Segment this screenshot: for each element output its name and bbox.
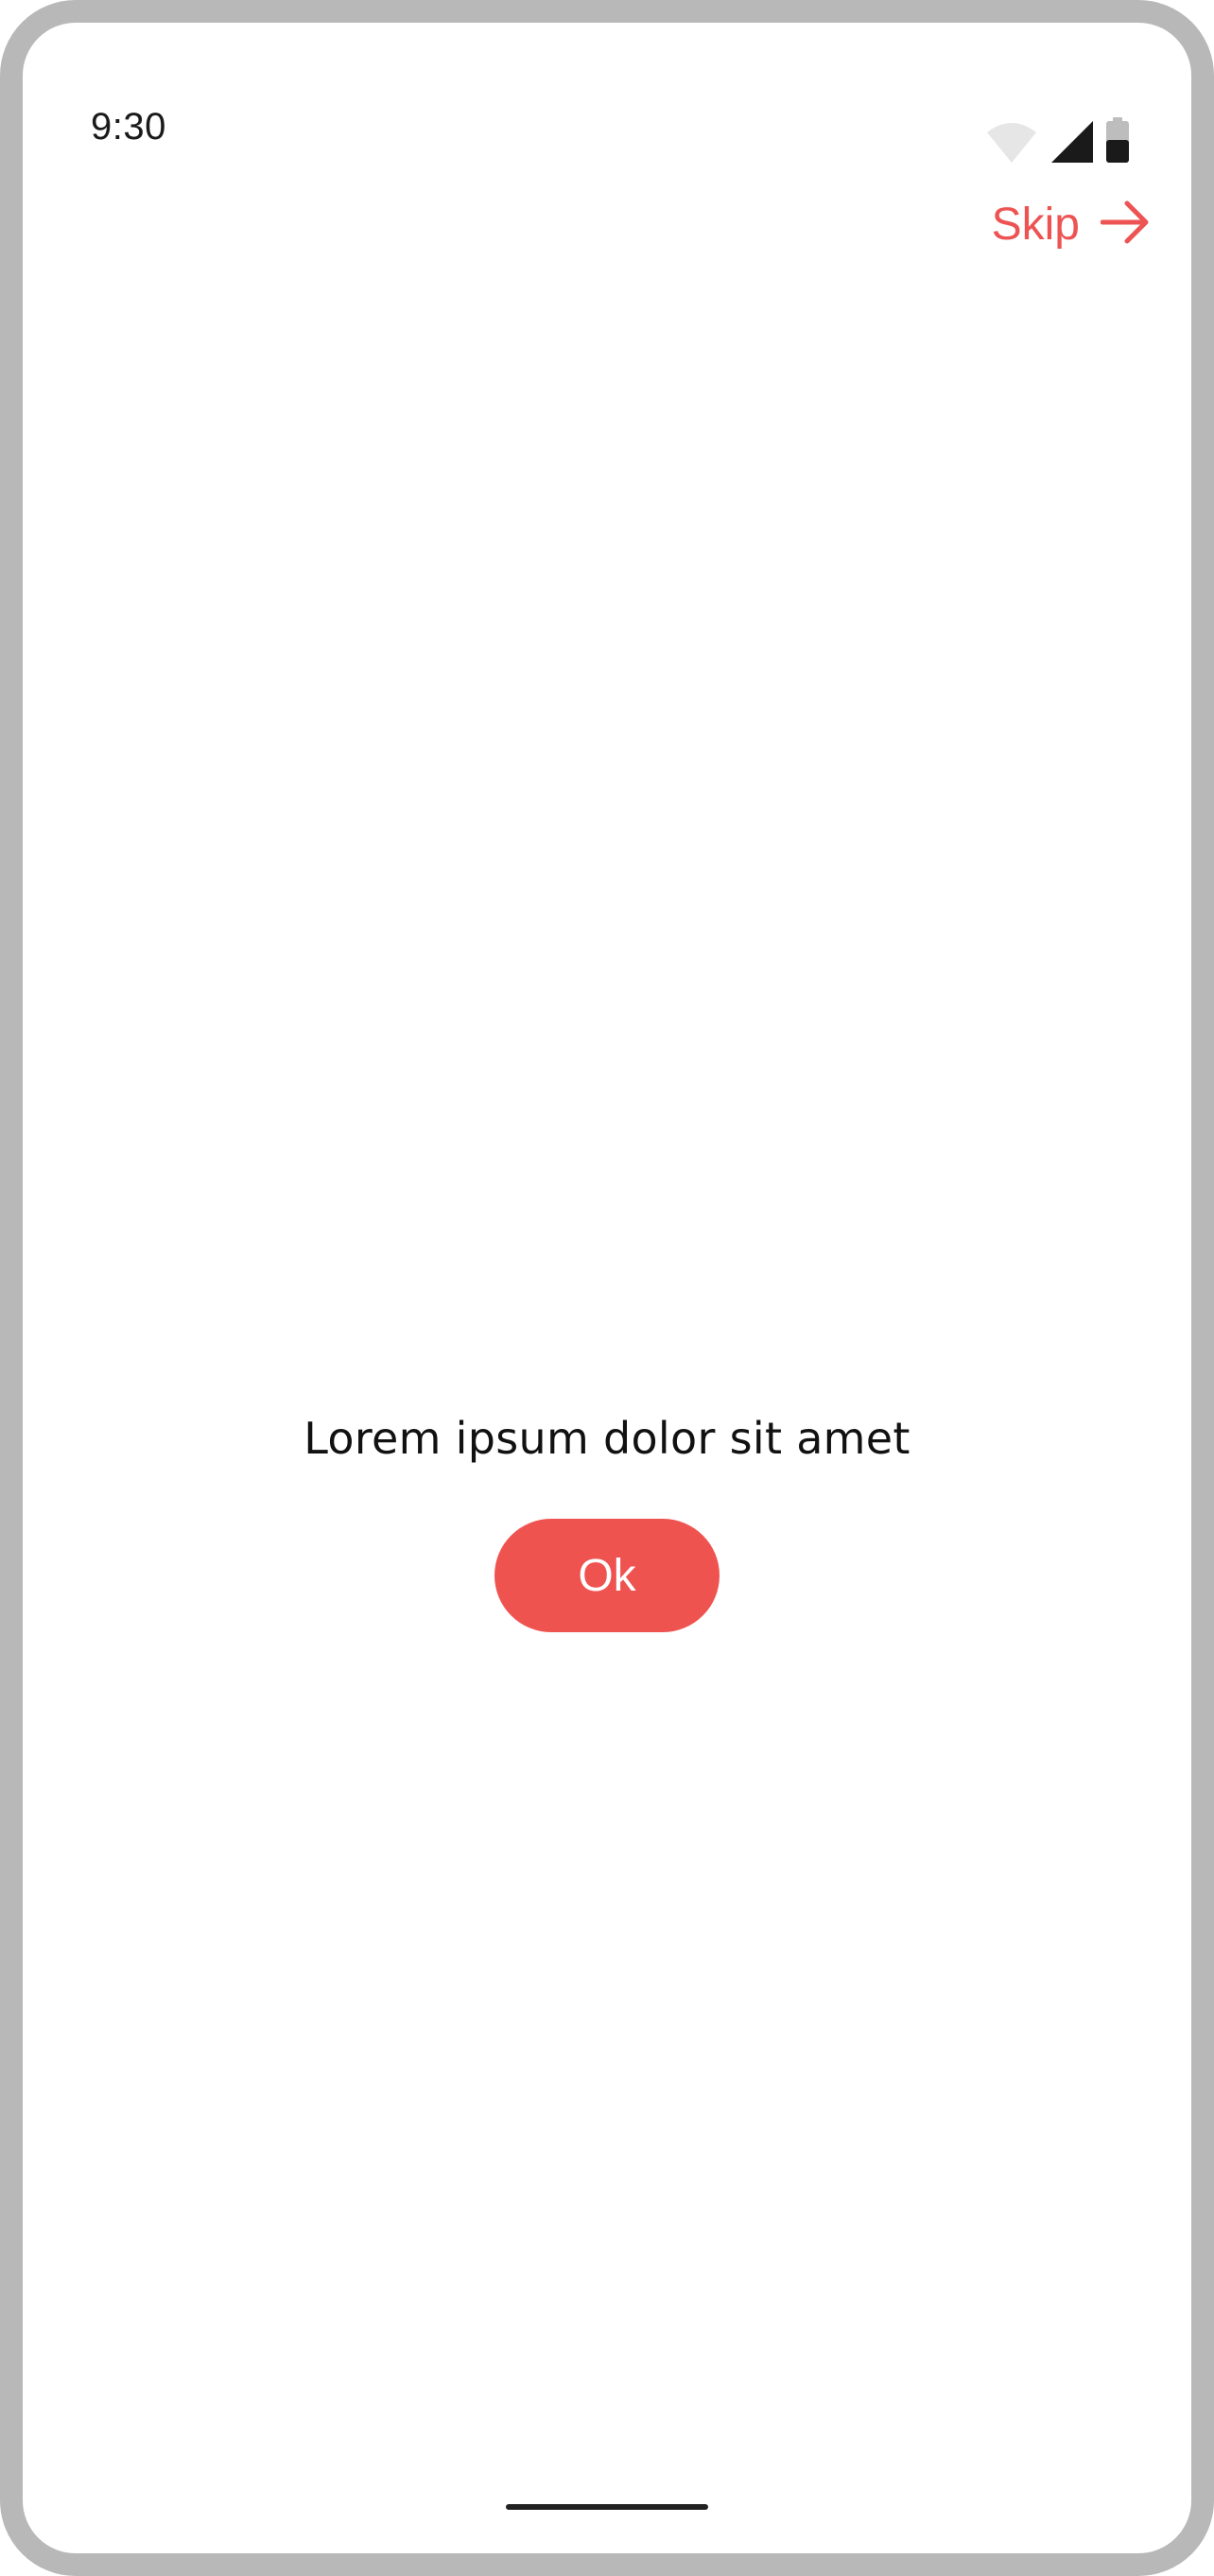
status-bar: 9:30 <box>23 23 1191 212</box>
device-frame: 9:30 Skip Lorem ipsum dolor sit amet Ok <box>0 0 1214 2576</box>
battery-icon <box>1106 117 1129 163</box>
wifi-icon <box>985 121 1038 163</box>
arrow-right-icon <box>1100 200 1150 249</box>
status-time: 9:30 <box>91 106 166 148</box>
skip-button[interactable]: Skip <box>992 199 1150 251</box>
message-text: Lorem ipsum dolor sit amet <box>304 1413 910 1464</box>
ok-button[interactable]: Ok <box>494 1519 720 1632</box>
cellular-signal-icon <box>1051 121 1093 163</box>
status-icons <box>985 110 1129 163</box>
home-indicator[interactable] <box>506 2504 708 2510</box>
main-content: Lorem ipsum dolor sit amet Ok <box>23 1413 1191 1632</box>
skip-label: Skip <box>991 200 1080 250</box>
